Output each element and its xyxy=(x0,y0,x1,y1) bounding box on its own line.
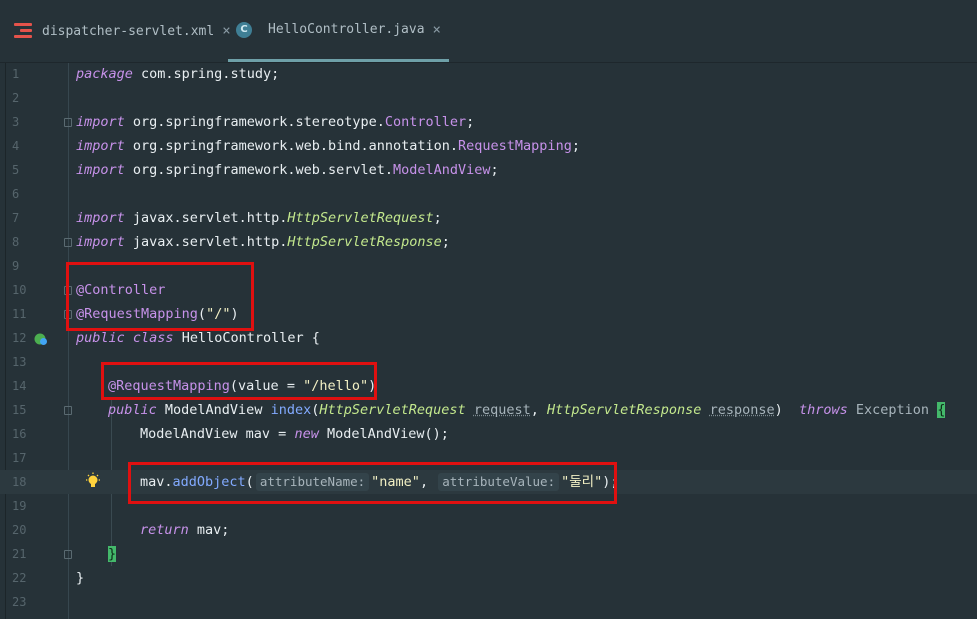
code-line-16: 16 ModelAndView mav = new ModelAndView()… xyxy=(0,422,977,446)
lightbulb-icon[interactable] xyxy=(84,472,102,490)
exception-type: Exception xyxy=(847,402,938,418)
tab-label: HelloController.java xyxy=(268,22,425,37)
keyword: return xyxy=(140,522,189,538)
line-number: 5 xyxy=(12,163,20,177)
line-number: 21 xyxy=(12,547,27,561)
line-number: 8 xyxy=(12,235,20,249)
import-path: javax.servlet.http. xyxy=(124,234,288,250)
line-number: 22 xyxy=(12,571,27,585)
tab-dispatcher-servlet[interactable]: dispatcher-servlet.xml × xyxy=(14,0,231,62)
code-line-20: 20 return mav; xyxy=(0,518,977,542)
import-path: org.springframework.web.servlet. xyxy=(124,162,393,178)
tab-label: dispatcher-servlet.xml xyxy=(42,23,215,39)
keyword: package xyxy=(76,66,133,82)
code-line-2: 2 xyxy=(0,86,977,110)
line-number: 3 xyxy=(12,115,20,129)
line-number: 16 xyxy=(12,427,27,441)
semicolon: ; xyxy=(466,114,475,130)
keyword: throws xyxy=(799,402,848,418)
line-number: 10 xyxy=(12,283,27,297)
semicolon: ; xyxy=(571,138,580,154)
comma: , xyxy=(530,402,547,418)
line-number: 23 xyxy=(12,595,27,609)
method-name: index xyxy=(270,402,312,418)
code-line-21: 21 } xyxy=(0,542,977,566)
line-number: 6 xyxy=(12,187,20,201)
class-declaration: HelloController { xyxy=(173,330,320,346)
return-value: mav; xyxy=(188,522,230,538)
line-number: 14 xyxy=(12,379,27,393)
keyword: import xyxy=(76,234,125,250)
param-name: request xyxy=(473,402,531,418)
line-number: 2 xyxy=(12,91,20,105)
matched-brace: { xyxy=(937,402,946,418)
fold-marker[interactable] xyxy=(64,406,72,415)
keyword: import xyxy=(76,210,125,226)
import-class: RequestMapping xyxy=(458,138,572,154)
paren: ) xyxy=(774,402,791,418)
code-line-3: 3 import org.springframework.stereotype.… xyxy=(0,110,977,134)
code-line-5: 5 import org.springframework.web.servlet… xyxy=(0,158,977,182)
return-type: ModelAndView xyxy=(156,402,271,418)
code-line-8: 8 import javax.servlet.http.HttpServletR… xyxy=(0,230,977,254)
annotation-highlight-box xyxy=(101,362,377,400)
close-icon[interactable]: × xyxy=(433,22,441,38)
code-line-15: 15 public ModelAndView index(HttpServlet… xyxy=(0,398,977,422)
import-path: javax.servlet.http. xyxy=(124,210,288,226)
line-number: 9 xyxy=(12,259,20,273)
keyword: public xyxy=(76,330,125,346)
keyword: import xyxy=(76,162,125,178)
keyword: import xyxy=(76,138,125,154)
semicolon: ; xyxy=(433,210,442,226)
annotation-highlight-box xyxy=(66,262,254,331)
line-number: 20 xyxy=(12,523,27,537)
keyword: public xyxy=(108,402,157,418)
line-number: 11 xyxy=(12,307,27,321)
import-class: Controller xyxy=(384,114,467,130)
line-number: 1 xyxy=(12,67,20,81)
line-number: 19 xyxy=(12,499,27,513)
closing-brace: } xyxy=(76,570,85,586)
semicolon: ; xyxy=(441,234,450,250)
spring-bean-icon[interactable] xyxy=(34,332,48,346)
fold-marker[interactable] xyxy=(64,118,72,127)
import-class: HttpServletRequest xyxy=(287,210,434,226)
code-line-7: 7 import javax.servlet.http.HttpServletR… xyxy=(0,206,977,230)
import-path: org.springframework.stereotype. xyxy=(124,114,385,130)
param-type: HttpServletRequest xyxy=(319,402,466,418)
java-class-icon: C xyxy=(236,21,252,38)
constructor-call: ModelAndView(); xyxy=(318,426,449,442)
semicolon: ; xyxy=(490,162,499,178)
line-number: 18 xyxy=(12,475,27,489)
code-line-22: 22 } xyxy=(0,566,977,590)
code-line-1: 1 package com.spring.study; xyxy=(0,62,977,86)
matched-brace: } xyxy=(108,546,117,562)
editor-tab-bar: dispatcher-servlet.xml × C HelloControll… xyxy=(0,0,977,63)
param-name: response xyxy=(709,402,775,418)
line-number: 4 xyxy=(12,139,20,153)
line-number: 13 xyxy=(12,355,27,369)
code-line-6: 6 xyxy=(0,182,977,206)
line-number: 7 xyxy=(12,211,20,225)
fold-marker[interactable] xyxy=(64,550,72,559)
param-type: HttpServletResponse xyxy=(546,402,702,418)
fold-marker[interactable] xyxy=(64,238,72,247)
import-class: HttpServletResponse xyxy=(287,234,442,250)
keyword: class xyxy=(132,330,174,346)
keyword: new xyxy=(294,426,319,442)
line-number: 15 xyxy=(12,403,27,417)
import-path: org.springframework.web.bind.annotation. xyxy=(124,138,459,154)
import-class: ModelAndView xyxy=(393,162,491,178)
tab-hello-controller[interactable]: C HelloController.java × xyxy=(228,0,449,62)
code-line-23: 23 xyxy=(0,590,977,614)
code-line-4: 4 import org.springframework.web.bind.an… xyxy=(0,134,977,158)
xml-file-icon xyxy=(14,23,32,39)
variable-declaration: ModelAndView mav = xyxy=(140,426,295,442)
line-number: 17 xyxy=(12,451,27,465)
package-name: com.spring.study; xyxy=(132,66,280,82)
annotation-highlight-box xyxy=(128,462,617,504)
keyword: import xyxy=(76,114,125,130)
